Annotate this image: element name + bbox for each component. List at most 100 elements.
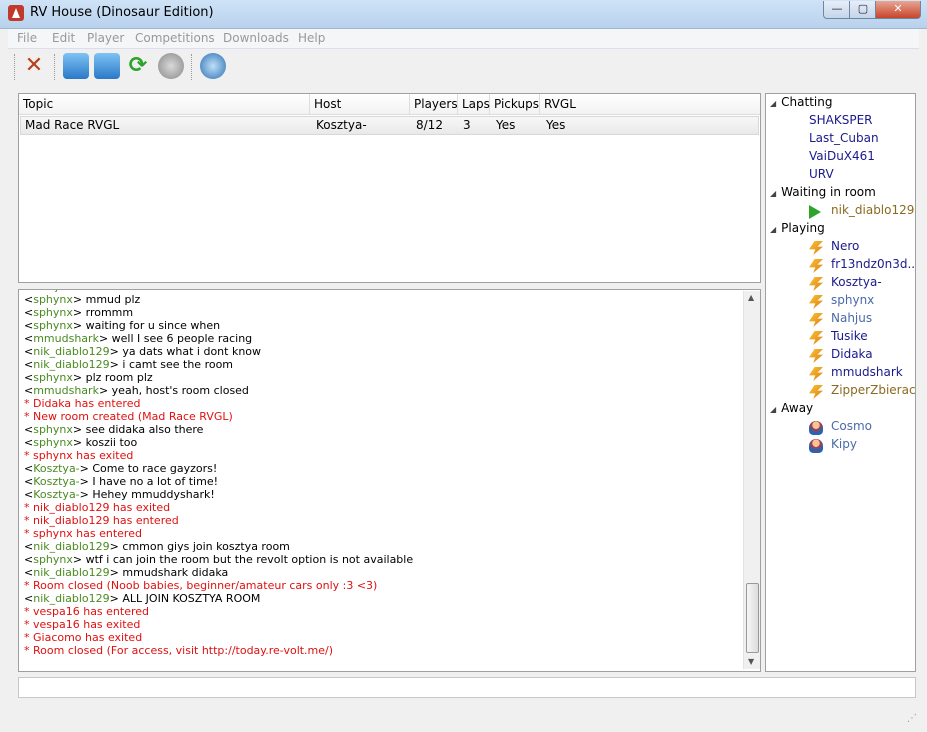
minimize-button[interactable]: — [823, 1, 851, 19]
collapse-triangle-icon[interactable]: ◢ [770, 99, 776, 108]
column-pickups[interactable]: Pickups [490, 94, 540, 114]
user-list-item[interactable]: ZipperZbieracz [831, 383, 915, 397]
chat-message: <Kosztya-> Come to race gayzors! [24, 462, 218, 475]
chat-nickname[interactable]: sphynx [33, 306, 73, 319]
user-group-header[interactable]: ◢ Waiting in room [770, 185, 876, 199]
chat-nickname[interactable]: Kosztya- [33, 462, 79, 475]
chat-text: waiting for u since when [85, 319, 221, 332]
title-bar: RV House (Dinosaur Edition) — ▢ ✕ [0, 0, 927, 29]
host-room-icon[interactable] [63, 53, 89, 79]
user-list-item[interactable]: Nahjus [831, 311, 872, 325]
user-group-header[interactable]: ◢ Playing [770, 221, 825, 235]
app-window: { "window": {"title": "RV House (Dinosau… [0, 0, 927, 732]
chat-nickname[interactable]: mmudshark [33, 384, 99, 397]
menu-bar: File Edit Player Competitions Downloads … [8, 29, 919, 49]
collapse-triangle-icon[interactable]: ◢ [770, 189, 776, 198]
menu-edit[interactable]: Edit [52, 31, 75, 45]
scroll-down-icon[interactable]: ▼ [748, 657, 754, 666]
system-message-text: * Room closed (Noob babies, beginner/ama… [24, 579, 378, 592]
user-list-item[interactable]: mmudshark [831, 365, 903, 379]
column-laps[interactable]: Laps [458, 94, 490, 114]
user-group-header[interactable]: ◢ Chatting [770, 95, 832, 109]
user-list-item[interactable]: SHAKSPER [809, 113, 873, 127]
maximize-button[interactable]: ▢ [849, 1, 877, 19]
menu-file[interactable]: File [17, 31, 37, 45]
chat-message: <Kosztya-> Hehey mmuddyshark! [24, 488, 215, 501]
car-icon [809, 241, 823, 255]
system-message-text: * New room created (Mad Race RVGL) [24, 410, 233, 423]
website-icon[interactable] [200, 53, 226, 79]
user-list-item[interactable]: VaiDuX461 [809, 149, 875, 163]
chat-nickname[interactable]: nik_diablo129 [33, 345, 109, 358]
user-list-item[interactable]: Tusike [831, 329, 868, 343]
chat-scrollbar[interactable]: ▲ ▼ [743, 291, 760, 669]
chat-nickname[interactable]: sphynx [33, 553, 73, 566]
user-list-item[interactable]: Kipy [831, 437, 857, 451]
user-list-item[interactable]: nik_diablo129 [831, 203, 914, 217]
disconnect-icon[interactable]: ✕ [21, 53, 47, 79]
chat-text: ya dats what i dont know [122, 345, 262, 358]
collapse-triangle-icon[interactable]: ◢ [770, 225, 776, 234]
user-list-item[interactable]: Kosztya- [831, 275, 882, 289]
chat-message: <nik_diablo129> cmmon giys join kosztya … [24, 540, 290, 553]
user-group-header[interactable]: ◢ Away [770, 401, 813, 415]
user-list-item[interactable]: Cosmo [831, 419, 872, 433]
chat-nickname[interactable]: sphynx [33, 423, 73, 436]
chat-nickname[interactable]: nik_diablo129 [33, 566, 109, 579]
chat-message: <sphynx> koszii too [24, 436, 138, 449]
chat-nickname[interactable]: Kosztya- [33, 488, 79, 501]
collapse-triangle-icon[interactable]: ◢ [770, 405, 776, 414]
user-list-item[interactable]: URV [809, 167, 834, 181]
chat-log[interactable]: <Nahjus> thanks a mmudd r...<sphynx> mmu… [18, 289, 761, 672]
system-message-text: * vespa16 has exited [24, 618, 141, 631]
chat-text: koszii too [85, 436, 138, 449]
chat-text: see didaka also there [85, 423, 204, 436]
menu-help[interactable]: Help [298, 31, 325, 45]
column-host[interactable]: Host [310, 94, 410, 114]
table-row[interactable]: Mad Race RVGL Kosztya- 8/12 3 Yes Yes [20, 116, 759, 135]
chat-text: Hehey mmuddyshark! [92, 488, 215, 501]
chat-nickname[interactable]: nik_diablo129 [33, 358, 109, 371]
user-list-item[interactable]: sphynx [831, 293, 874, 307]
menu-player[interactable]: Player [87, 31, 124, 45]
chat-nickname[interactable]: mmudshark [33, 332, 99, 345]
chat-nickname[interactable]: sphynx [33, 371, 73, 384]
column-players[interactable]: Players [410, 94, 458, 114]
column-rvgl[interactable]: RVGL [540, 94, 760, 114]
close-button[interactable]: ✕ [875, 1, 921, 19]
chat-nickname[interactable]: sphynx [33, 436, 73, 449]
chat-nickname[interactable]: Kosztya- [33, 475, 79, 488]
chat-nickname[interactable]: sphynx [33, 293, 73, 306]
column-topic[interactable]: Topic [19, 94, 310, 114]
system-message-text: * nik_diablo129 has entered [24, 514, 179, 527]
chat-message: <nik_diablo129> i camt see the room [24, 358, 234, 371]
cell-laps: 3 [463, 118, 471, 132]
chat-message: <nik_diablo129> ALL JOIN KOSZTYA ROOM [24, 592, 261, 605]
menu-competitions[interactable]: Competitions [135, 31, 215, 45]
chat-nickname[interactable]: nik_diablo129 [33, 540, 109, 553]
car-icon [809, 313, 823, 327]
chat-nickname[interactable]: nik_diablo129 [33, 592, 109, 605]
user-list-item[interactable]: Nero [831, 239, 859, 253]
resize-grip-icon[interactable]: ⋰ [907, 713, 921, 727]
chat-text: rrommm [85, 306, 134, 319]
refresh-icon[interactable]: ⟳ [125, 53, 151, 79]
car-icon [809, 295, 823, 309]
launch-game-icon[interactable] [158, 53, 184, 79]
person-icon [809, 439, 823, 453]
chat-text: ALL JOIN KOSZTYA ROOM [122, 592, 261, 605]
scroll-up-icon[interactable]: ▲ [748, 293, 754, 302]
chat-message: * nik_diablo129 has entered [24, 514, 744, 527]
user-list: ◢ Chatting SHAKSPER Last_Cuban VaiDuX461 URV ◢… [765, 93, 916, 672]
car-icon [809, 367, 823, 381]
user-list-item[interactable]: Didaka [831, 347, 873, 361]
system-message-text: * Didaka has entered [24, 397, 141, 410]
scroll-thumb[interactable] [746, 583, 759, 653]
user-list-item[interactable]: Last_Cuban [809, 131, 879, 145]
chat-nickname[interactable]: sphynx [33, 319, 73, 332]
chat-input[interactable] [18, 677, 916, 698]
chat-message: * Room closed (For access, visit http://… [24, 644, 744, 657]
user-list-item[interactable]: fr13ndz0n3d... [831, 257, 915, 271]
join-room-icon[interactable] [94, 53, 120, 79]
menu-downloads[interactable]: Downloads [223, 31, 289, 45]
